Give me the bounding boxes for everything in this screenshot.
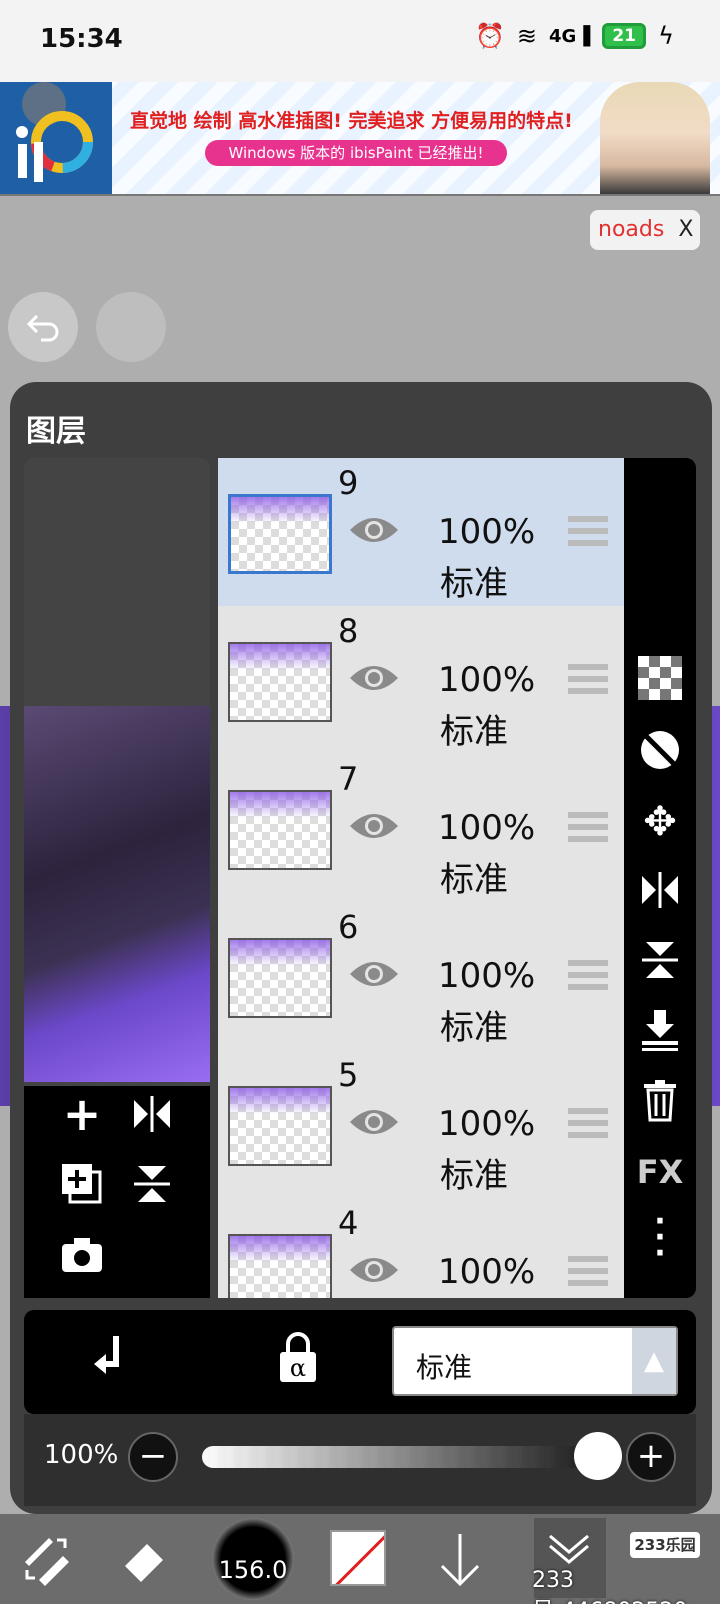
eraser-icon[interactable] [116, 1524, 176, 1594]
flip-layer-horizontal-icon[interactable] [124, 1086, 180, 1142]
layer-thumbnail [228, 494, 332, 574]
visibility-eye-icon[interactable] [348, 1104, 400, 1140]
layer-opacity: 100% [438, 1252, 536, 1292]
add-layer-icon[interactable]: + [54, 1086, 110, 1142]
layer-number: 5 [338, 1056, 359, 1094]
alpha-lock-icon[interactable]: α [276, 1332, 320, 1388]
opacity-increase-button[interactable]: + [626, 1432, 676, 1482]
move-icon[interactable]: ✥ [636, 798, 684, 846]
layer-side-toolbar: ✥ FX · · · [624, 458, 696, 1298]
visibility-eye-icon[interactable] [348, 956, 400, 992]
layer-blend-mode: 标准 [440, 1156, 508, 1196]
chevron-up-icon[interactable]: ▲ [632, 1328, 676, 1394]
layer-opacity: 100% [438, 512, 536, 552]
layer-blend-mode: 标准 [440, 712, 508, 752]
brush-size-value: 156.0 [218, 1556, 288, 1584]
fx-button[interactable]: FX [636, 1148, 684, 1196]
arrow-down-icon[interactable] [430, 1524, 490, 1594]
layer-row[interactable]: 4 100% [218, 1198, 624, 1298]
drag-handle-icon[interactable] [568, 960, 608, 994]
layer-row[interactable]: 9 100% 标准 [218, 458, 624, 608]
merge-down-icon[interactable] [636, 1008, 684, 1056]
flip-vertical-icon[interactable] [636, 938, 684, 986]
drag-handle-icon[interactable] [568, 812, 608, 846]
layer-thumbnail [228, 1234, 332, 1298]
layer-row[interactable]: 5 100% 标准 [218, 1050, 624, 1200]
flip-layer-vertical-icon[interactable] [124, 1156, 180, 1212]
ad-banner[interactable]: 直觉地 绘制 高水准插图! 完美追求 方便易用的特点! Windows 版本的 … [0, 82, 720, 196]
color-swatch[interactable] [330, 1530, 386, 1586]
blend-mode-value: 标准 [416, 1351, 473, 1384]
layer-number: 9 [338, 464, 359, 502]
ad-character-image [600, 82, 710, 194]
layer-blend-mode: 标准 [440, 1008, 508, 1048]
preview-image [24, 706, 210, 1082]
layer-row[interactable]: 7 100% 标准 [218, 754, 624, 904]
drag-handle-icon[interactable] [568, 1256, 608, 1290]
layer-opacity: 100% [438, 808, 536, 848]
brush-tool-icon[interactable] [16, 1524, 76, 1594]
layer-list[interactable]: 9 100% 标准 8 100% 标准 7 100% 标准 6 100% 标准 5 100% 标准 4 100% [218, 458, 624, 1298]
layer-opacity: 100% [438, 1104, 536, 1144]
alarm-icon: ⏰ [475, 22, 505, 50]
noads-button[interactable]: noads X [590, 210, 700, 250]
layer-number: 8 [338, 612, 359, 650]
undo-icon [26, 314, 59, 341]
opacity-slider[interactable] [202, 1446, 622, 1468]
drag-handle-icon[interactable] [568, 516, 608, 550]
opacity-slider-handle[interactable] [574, 1432, 622, 1480]
visibility-eye-icon[interactable] [348, 1252, 400, 1288]
visibility-eye-icon[interactable] [348, 808, 400, 844]
blend-mode-select[interactable]: 标准 ▲ [392, 1326, 678, 1396]
signal-icon: 4G▐ [549, 25, 591, 47]
noads-label: noads [598, 217, 665, 242]
duplicate-layer-icon[interactable] [54, 1156, 110, 1212]
clipping-icon[interactable] [92, 1332, 136, 1386]
layer-number: 6 [338, 908, 359, 946]
invert-icon[interactable] [636, 728, 684, 776]
transparency-icon[interactable] [636, 656, 684, 704]
layer-row[interactable]: 6 100% 标准 [218, 902, 624, 1052]
trash-icon[interactable] [636, 1078, 684, 1126]
layer-blend-mode: 标准 [440, 860, 508, 900]
ibispaint-logo [0, 82, 112, 194]
drag-handle-icon[interactable] [568, 1108, 608, 1142]
ad-headline: 直觉地 绘制 高水准插图! 完美追求 方便易用的特点! [130, 110, 573, 132]
charging-icon: ϟ [658, 22, 674, 50]
opacity-decrease-button[interactable]: − [128, 1432, 178, 1482]
layer-row[interactable]: 8 100% 标准 [218, 606, 624, 756]
wifi-icon: ≋ [516, 22, 537, 50]
layer-thumbnail [228, 790, 332, 870]
watermark-logo: 233乐园 [630, 1532, 700, 1558]
layer-thumbnail [228, 938, 332, 1018]
camera-icon[interactable] [54, 1226, 110, 1282]
layer-blend-mode: 标准 [440, 564, 508, 604]
clock: 15:34 [40, 24, 123, 54]
layer-left-toolbar: + [24, 1086, 210, 1298]
more-vertical-icon[interactable]: · · · [636, 1207, 684, 1269]
drag-handle-icon[interactable] [568, 664, 608, 698]
panel-title: 图层 [26, 414, 86, 449]
close-ad-button[interactable]: X [678, 217, 693, 242]
status-icons: ⏰ ≋ 4G▐ 21 ϟ [475, 22, 674, 50]
layer-number: 7 [338, 760, 359, 798]
layer-thumbnail [228, 642, 332, 722]
svg-text:α: α [290, 1354, 306, 1382]
ad-subline: Windows 版本的 ibisPaint 已经推出! [205, 140, 507, 166]
flip-horizontal-icon[interactable] [636, 868, 684, 916]
opacity-value: 100% [44, 1440, 119, 1470]
layer-opacity: 100% [438, 956, 536, 996]
battery-indicator: 21 [602, 23, 647, 49]
undo-button[interactable] [8, 292, 78, 362]
visibility-eye-icon[interactable] [348, 660, 400, 696]
watermark-text: 233号:446802520 [532, 1568, 687, 1604]
layer-number: 4 [338, 1204, 359, 1242]
redo-button[interactable] [96, 292, 166, 362]
visibility-eye-icon[interactable] [348, 512, 400, 548]
layer-thumbnail [228, 1086, 332, 1166]
layer-opacity: 100% [438, 660, 536, 700]
